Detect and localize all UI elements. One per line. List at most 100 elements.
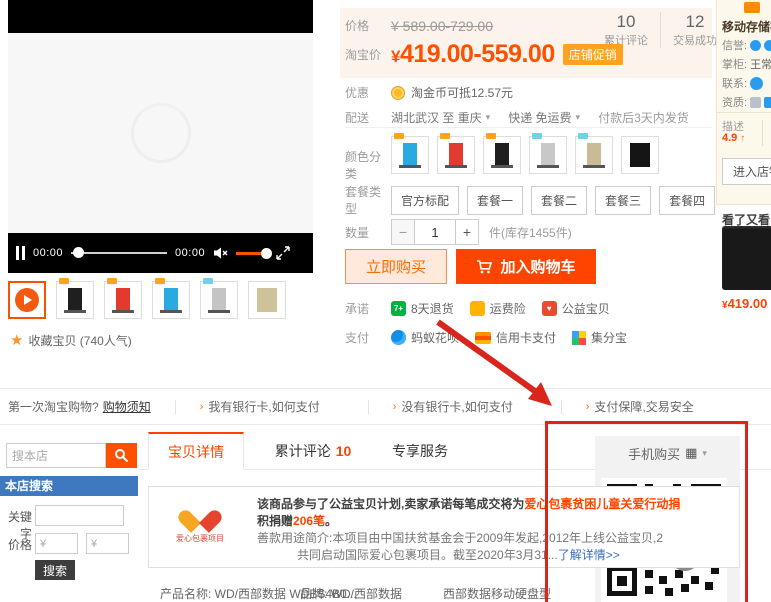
store-credit-row: 信誉: [722,37,771,53]
return-service[interactable]: 7+ 8天退货 [391,300,454,317]
cert-person-icon[interactable] [750,97,761,108]
thumbnail-black[interactable] [56,281,94,319]
price-min-input[interactable] [35,533,78,554]
promo-tag-icon [532,133,542,139]
shop-search-input[interactable] [6,443,106,468]
tab-detail[interactable]: 宝贝详情 [148,432,244,470]
keyword-input[interactable] [35,505,124,526]
also-viewed-product-image[interactable] [722,226,771,290]
heart-logo-icon [187,501,213,525]
promo-icon[interactable] [744,2,760,13]
package-option-4[interactable]: 套餐四 [659,186,715,215]
volume-handle[interactable] [261,248,272,259]
thumbnail-gold[interactable] [248,281,286,319]
rating-value: 4.9↑ [722,132,745,144]
current-time: 00:00 [33,247,63,259]
mobile-buy-toggle[interactable]: 手机购买 ▦ ▾ [595,436,740,470]
fullscreen-icon[interactable] [276,246,290,260]
price-max-input[interactable] [86,533,129,554]
video-player[interactable]: 00:00 00:00 [8,0,313,273]
help-link-security[interactable]: › 支付保障,交易安全 [561,400,718,414]
quantity-row: 数量 − + 件(库存1455件) [345,219,572,245]
video-controls: 00:00 00:00 [8,233,313,273]
swatch-silver[interactable] [529,136,567,174]
cart-icon [476,259,493,275]
credit-card-payment[interactable]: 信用卡支付 [475,329,556,346]
return-7plus-icon: 7+ [391,301,406,316]
also-viewed-price: ¥419.00 [722,296,767,311]
cert-badge-icon[interactable] [764,97,771,108]
promo-tag-icon [203,278,213,284]
jifenbao-payment[interactable]: 集分宝 [572,329,627,346]
thumbnail-silver[interactable] [200,281,238,319]
charity-service[interactable]: ♥ 公益宝贝 [542,300,610,317]
credit-level-icon [750,40,761,51]
freight-insurance-service[interactable]: 运费险 [470,300,526,317]
buy-now-button[interactable]: 立即购买 [345,249,447,284]
product-meta-row: 产品名称: WD/西部数据 WDBS4B0... 品牌: WD/西部数据 西部数… [160,585,771,602]
progress-handle[interactable] [73,247,84,258]
shipping-method[interactable]: 快递 免运费 [508,109,571,126]
charity-logo-caption: 爱心包裹项目 [167,533,233,544]
reviews-count: 10 [336,443,352,459]
favorite-label: 收藏宝贝 (740人气) [28,332,131,349]
thumbnail-blue[interactable] [152,281,190,319]
enter-store-button[interactable]: 进入店铺 [722,158,771,185]
wangwang-icon[interactable] [750,77,763,90]
caret-down-icon[interactable]: ▾ [486,112,491,123]
shopping-guide-link[interactable]: 购物须知 [103,398,151,415]
swatch-red[interactable] [437,136,475,174]
progress-bar[interactable] [71,252,167,254]
meta-model: 西部数据移动硬盘型 [443,585,551,602]
taobao-price-label: 淘宝价 [345,46,391,63]
swatch-black[interactable] [483,136,521,174]
package-option-2[interactable]: 套餐二 [531,186,587,215]
price-label: 价格 [345,17,391,34]
shop-search-button[interactable] [106,443,137,468]
filter-search-button[interactable]: 搜索 [35,560,75,580]
charity-detail-link[interactable]: 了解详情>> [558,548,620,562]
quantity-minus-button[interactable]: − [391,219,415,245]
stock-text: 件(库存1455件) [489,224,572,241]
huabei-payment[interactable]: 蚂蚁花呗 [391,329,459,346]
divider [717,112,771,113]
mute-icon[interactable] [213,246,228,260]
swatch-blue[interactable] [391,136,429,174]
package-option-1[interactable]: 套餐一 [467,186,523,215]
quantity-input[interactable] [415,219,455,245]
thumbnail-red[interactable] [104,281,142,319]
promo-tag-icon [394,133,404,139]
discount-text: 淘金币可抵12.57元 [411,84,513,101]
taobao-price-row: 淘宝价 ¥419.00-559.00 店铺促销 [345,40,623,69]
favorite-link[interactable]: ★ 收藏宝贝 (740人气) [10,331,132,349]
store-contact-row: 联系: [722,75,763,91]
shipping-route[interactable]: 湖北武汉 至 重庆 [391,109,482,126]
package-option-standard[interactable]: 官方标配 [391,186,459,215]
promo-badge[interactable]: 店铺促销 [563,44,623,65]
shop-search-section-title: 本店搜索 [0,476,138,496]
help-link-has-card[interactable]: › 我有银行卡,如何支付 [175,400,344,414]
video-thumbnail[interactable] [8,281,46,319]
video-loading-circle [131,103,191,163]
total-time: 00:00 [175,247,205,259]
quantity-plus-button[interactable]: + [455,219,479,245]
promo-tag-icon [440,133,450,139]
promo-tag-icon [578,133,588,139]
quantity-label: 数量 [345,224,391,241]
play-icon [15,288,39,312]
swatch-black-wide[interactable] [621,136,659,174]
tab-services[interactable]: 专享服务 [372,432,468,470]
caret-down-icon[interactable]: ▾ [576,112,581,123]
help-bar: 第一次淘宝购物? 购物须知 › 我有银行卡,如何支付 › 没有银行卡,如何支付 … [0,388,771,425]
charity-heart-icon: ♥ [542,301,557,316]
tab-reviews[interactable]: 累计评论 10 [258,432,368,470]
package-option-3[interactable]: 套餐三 [595,186,651,215]
swatch-gold[interactable] [575,136,613,174]
store-title[interactable]: 移动存储在 [722,18,771,35]
help-link-no-card[interactable]: › 没有银行卡,如何支付 [368,400,537,414]
add-to-cart-button[interactable]: 加入购物车 [456,249,596,284]
pause-button[interactable] [16,246,25,260]
volume-slider[interactable] [236,252,268,255]
video-screen [8,33,313,233]
meta-product-name: 产品名称: WD/西部数据 WDBS4B0... [160,585,300,602]
